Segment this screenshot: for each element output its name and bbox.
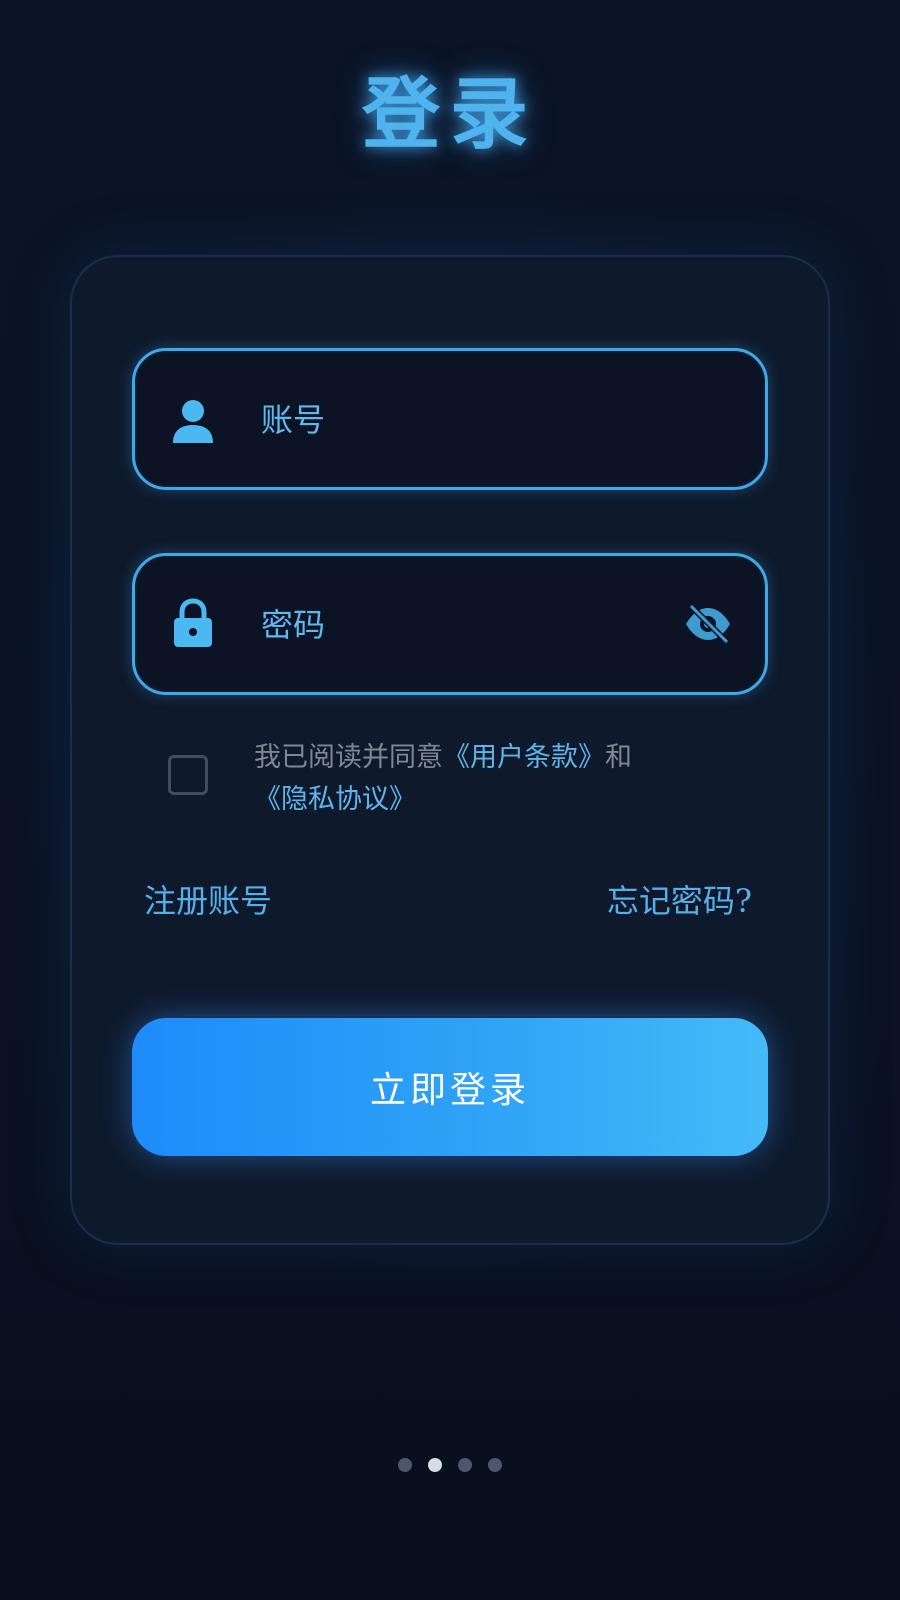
- account-field[interactable]: [132, 348, 768, 490]
- agreement-text: 我已阅读并同意《用户条款》和《隐私协议》: [254, 737, 724, 821]
- page-dot[interactable]: [458, 1458, 472, 1472]
- agreement-checkbox[interactable]: [168, 755, 208, 795]
- page-dot[interactable]: [488, 1458, 502, 1472]
- account-input[interactable]: [259, 351, 683, 489]
- user-icon: [173, 400, 213, 443]
- agreement-connector: 和: [605, 742, 632, 773]
- terms-link[interactable]: 《用户条款》: [443, 742, 605, 773]
- privacy-link[interactable]: 《隐私协议》: [254, 784, 416, 815]
- agreement-prefix: 我已阅读并同意: [254, 742, 443, 773]
- page-dot-active[interactable]: [428, 1458, 442, 1472]
- eye-off-icon[interactable]: [683, 604, 733, 644]
- lock-icon: [174, 598, 212, 647]
- page-indicator: [0, 1458, 900, 1472]
- page-title: 登录: [361, 69, 538, 160]
- page-dot[interactable]: [398, 1458, 412, 1472]
- login-button[interactable]: 立即登录: [132, 1018, 768, 1156]
- password-input[interactable]: [259, 556, 683, 694]
- forgot-password-link[interactable]: 忘记密码?: [607, 876, 752, 922]
- password-field[interactable]: [132, 553, 768, 695]
- register-link[interactable]: 注册账号: [144, 876, 272, 922]
